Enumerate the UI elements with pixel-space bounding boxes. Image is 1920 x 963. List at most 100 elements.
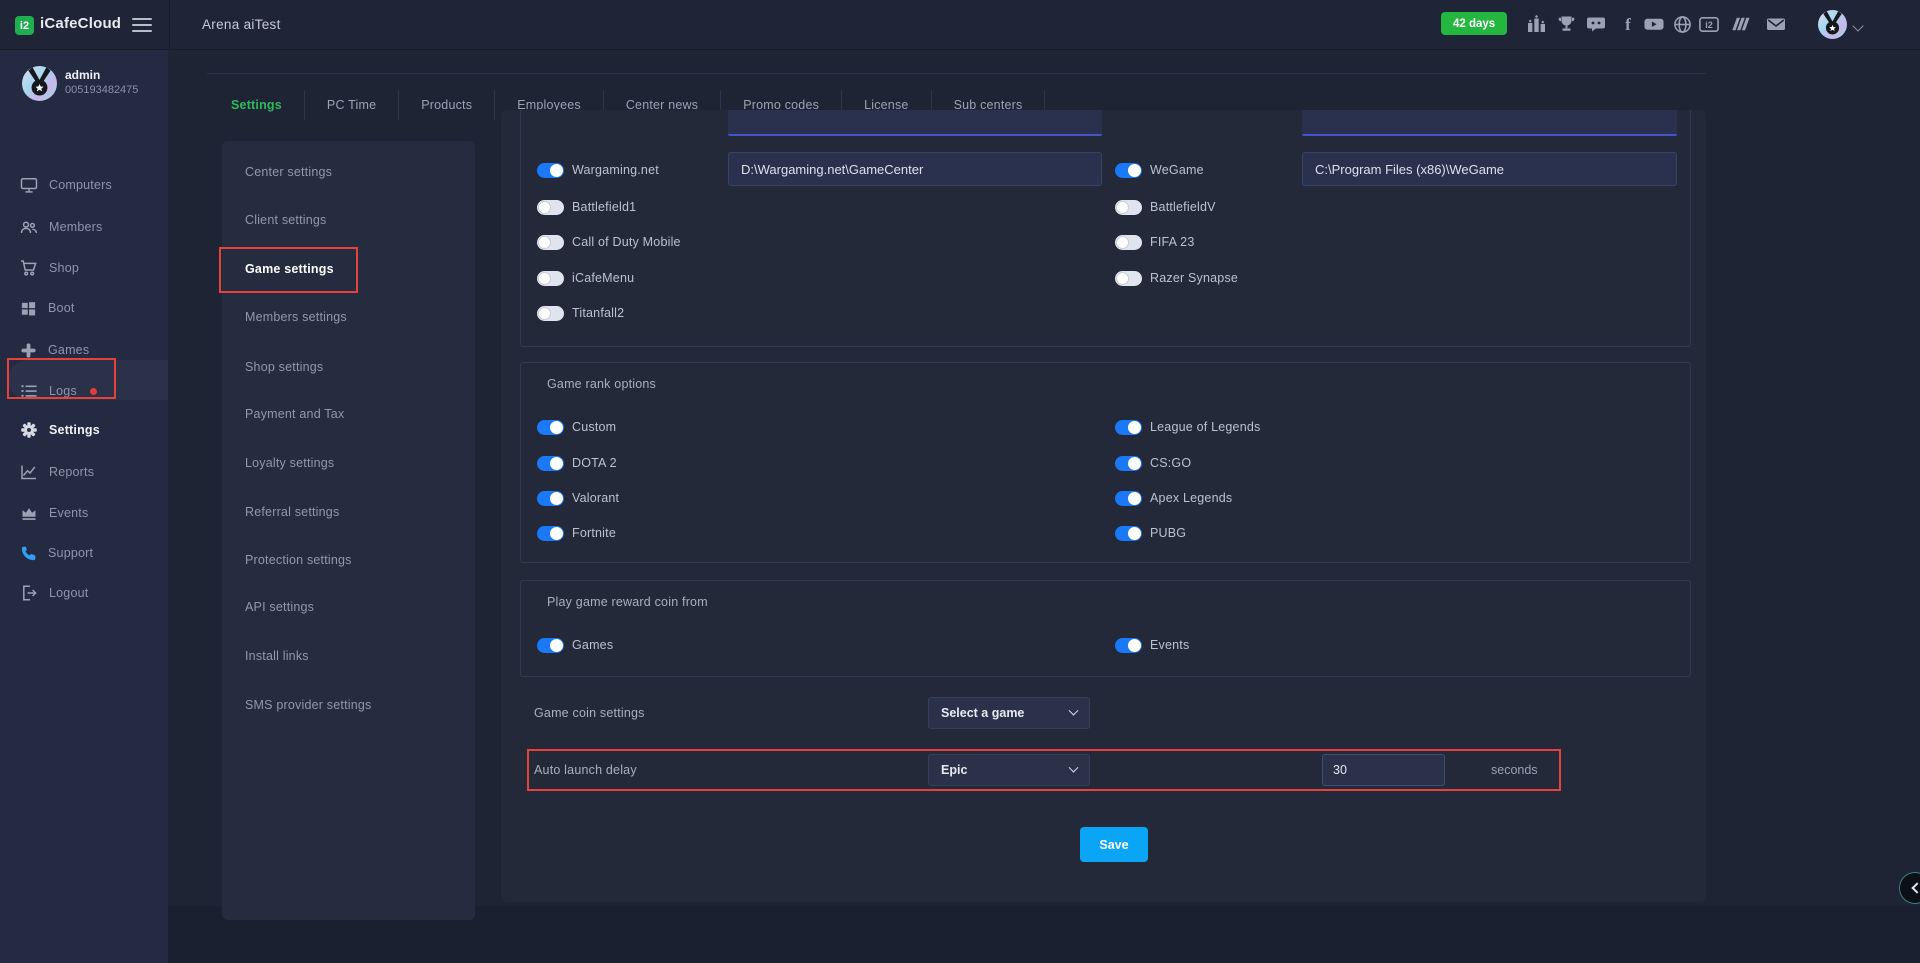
toggle-row-icafemenu: iCafeMenu	[537, 265, 634, 291]
phone-icon	[20, 545, 37, 562]
battlefield1-toggle[interactable]	[537, 200, 564, 215]
logs-icon	[20, 382, 38, 400]
dota2-toggle[interactable]	[537, 456, 564, 471]
wargaming-toggle[interactable]	[537, 163, 564, 178]
select-chevron-icon	[1069, 762, 1079, 772]
user-avatar[interactable]	[1818, 10, 1847, 39]
games-icon	[20, 342, 37, 359]
toggle-row-dota2: DOTA 2	[537, 450, 617, 476]
wegame-path-input[interactable]	[1302, 152, 1677, 186]
submenu-payment-and-tax[interactable]: Payment and Tax	[245, 402, 344, 426]
submenu-center-settings[interactable]: Center settings	[245, 160, 332, 184]
csgo-toggle[interactable]	[1115, 456, 1142, 471]
battlefieldv-toggle[interactable]	[1115, 200, 1142, 215]
sidebar-item-logout[interactable]: Logout	[20, 581, 88, 605]
app-logo-text: iCafeCloud	[40, 15, 121, 32]
save-button[interactable]: Save	[1080, 827, 1148, 862]
toggle-row-cod-mobile: Call of Duty Mobile	[537, 229, 681, 255]
reward-coin-title: Play game reward coin from	[547, 595, 708, 609]
fortnite-toggle[interactable]	[537, 526, 564, 541]
wargaming-path-input[interactable]	[728, 152, 1102, 186]
toggle-row-csgo: CS:GO	[1115, 450, 1191, 476]
trophy-icon[interactable]	[1556, 14, 1576, 34]
reward-events-toggle[interactable]	[1115, 638, 1142, 653]
submenu-referral-settings[interactable]: Referral settings	[245, 500, 339, 524]
icafemenu-toggle[interactable]	[537, 271, 564, 286]
wegame-toggle[interactable]	[1115, 163, 1142, 178]
toggle-row-reward-events: Events	[1115, 632, 1189, 658]
sidebar-item-support[interactable]: Support	[20, 541, 93, 565]
toggle-row-custom: Custom	[537, 414, 616, 440]
sidebar-user-id: 005193482475	[65, 84, 138, 96]
sidebar-item-settings[interactable]: Settings	[20, 418, 100, 442]
chevron-left-icon	[1911, 882, 1920, 893]
toggle-row-valorant: Valorant	[537, 485, 619, 511]
submenu-loyalty-settings[interactable]: Loyalty settings	[245, 451, 334, 475]
apex-toggle[interactable]	[1115, 491, 1142, 506]
center-name-title: Arena aiTest	[202, 17, 281, 32]
submenu-install-links[interactable]: Install links	[245, 644, 309, 668]
reward-coin-section: Play game reward coin from	[520, 580, 1691, 677]
sidebar-item-boot[interactable]: Boot	[20, 296, 75, 320]
facebook-icon[interactable]: f	[1618, 14, 1638, 34]
sidebar-item-games[interactable]: Games	[20, 338, 89, 362]
toggle-row-battlefieldv: BattlefieldV	[1115, 194, 1216, 220]
sidebar-username: admin	[65, 68, 100, 82]
toggle-row-pubg: PUBG	[1115, 520, 1186, 546]
lol-toggle[interactable]	[1115, 420, 1142, 435]
globe-icon[interactable]	[1672, 14, 1692, 34]
submenu-members-settings[interactable]: Members settings	[245, 305, 347, 329]
sidebar-item-logs[interactable]: Logs	[20, 379, 97, 403]
launchers-section	[520, 110, 1691, 347]
toggle-row-apex: Apex Legends	[1115, 485, 1232, 511]
page: i2 iCafeCloud Arena aiTest 42 days	[0, 0, 1920, 963]
layers-icon[interactable]	[1731, 14, 1751, 34]
seconds-unit-label: seconds	[1491, 763, 1538, 777]
auto-launch-delay-input[interactable]	[1322, 754, 1445, 786]
sidebar-item-shop[interactable]: Shop	[20, 256, 79, 280]
pubg-toggle[interactable]	[1115, 526, 1142, 541]
tab-products[interactable]: Products	[399, 90, 495, 120]
collapse-panel-button[interactable]	[1899, 872, 1920, 904]
auto-launch-delay-label: Auto launch delay	[534, 763, 637, 777]
cod-mobile-toggle[interactable]	[537, 235, 564, 250]
valorant-toggle[interactable]	[537, 491, 564, 506]
submenu-shop-settings[interactable]: Shop settings	[245, 355, 323, 379]
hamburger-menu-icon[interactable]	[132, 18, 152, 32]
reward-games-toggle[interactable]	[537, 638, 564, 653]
mail-icon[interactable]	[1766, 14, 1786, 34]
sidebar-item-events[interactable]: Events	[20, 501, 88, 525]
submenu-game-settings[interactable]: Game settings	[245, 257, 334, 281]
youtube-icon[interactable]	[1644, 14, 1664, 34]
ranking-icon[interactable]	[1526, 14, 1546, 34]
discord-icon[interactable]	[1586, 14, 1606, 34]
sidebar-item-members[interactable]: Members	[20, 215, 103, 239]
sidebar-item-reports[interactable]: Reports	[20, 460, 94, 484]
svg-text:f: f	[1625, 15, 1631, 34]
sidebar-item-computers[interactable]: Computers	[20, 173, 112, 197]
toggle-row-titanfall2: Titanfall2	[537, 300, 624, 326]
titanfall2-toggle[interactable]	[537, 306, 564, 321]
tab-settings[interactable]: Settings	[209, 90, 305, 120]
icafe-brand-icon[interactable]: i2	[1699, 14, 1719, 34]
auto-launch-game-select[interactable]: Epic	[928, 754, 1090, 786]
launcher-path-input-partial-left[interactable]	[728, 110, 1102, 136]
fifa23-toggle[interactable]	[1115, 235, 1142, 250]
license-days-badge[interactable]: 42 days	[1441, 12, 1507, 35]
toggle-row-razer-synapse: Razer Synapse	[1115, 265, 1238, 291]
game-coin-select[interactable]: Select a game	[928, 697, 1090, 729]
account-chevron-down-icon[interactable]	[1852, 20, 1863, 31]
monitor-icon	[20, 176, 38, 194]
submenu-sms-provider-settings[interactable]: SMS provider settings	[245, 693, 371, 717]
sidebar-avatar[interactable]	[22, 66, 57, 101]
custom-toggle[interactable]	[537, 420, 564, 435]
launcher-path-input-partial-right[interactable]	[1302, 110, 1677, 136]
toggle-row-battlefield1: Battlefield1	[537, 194, 636, 220]
submenu-protection-settings[interactable]: Protection settings	[245, 548, 352, 572]
game-coin-settings-label: Game coin settings	[534, 706, 645, 720]
toggle-row-fifa23: FIFA 23	[1115, 229, 1194, 255]
razer-synapse-toggle[interactable]	[1115, 271, 1142, 286]
submenu-api-settings[interactable]: API settings	[245, 595, 314, 619]
tab-pc-time[interactable]: PC Time	[305, 90, 399, 120]
submenu-client-settings[interactable]: Client settings	[245, 208, 327, 232]
